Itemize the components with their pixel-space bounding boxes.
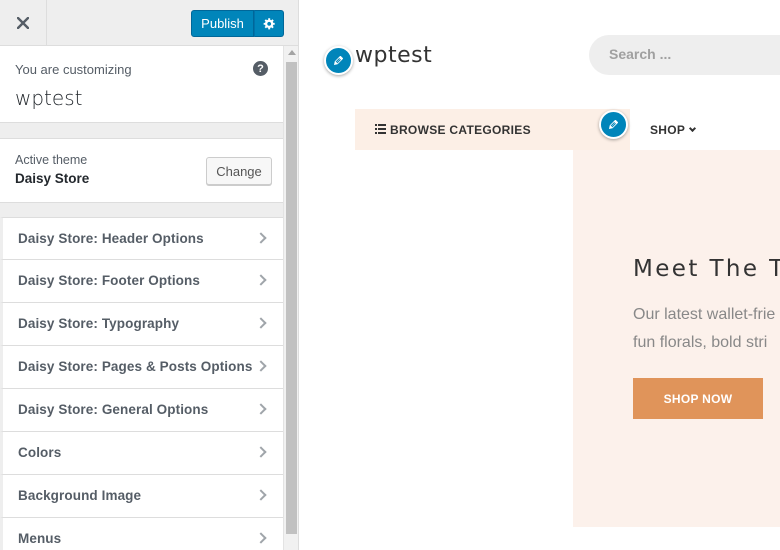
chevron-right-icon xyxy=(255,274,267,286)
close-button[interactable] xyxy=(0,0,47,45)
panel-general-options[interactable]: Daisy Store: General Options xyxy=(0,389,283,432)
chevron-right-icon xyxy=(255,532,267,544)
site-title-preview[interactable]: wptest xyxy=(355,43,432,68)
hero-text-line: fun florals, bold stri xyxy=(633,334,768,351)
chevron-right-icon xyxy=(255,360,267,372)
hero-title: Meet The T xyxy=(633,256,780,282)
panel-label: Colors xyxy=(18,445,62,460)
customizer-sidebar: Publish You are customizing wptest ? Act… xyxy=(0,0,299,550)
panel-colors[interactable]: Colors xyxy=(0,432,283,475)
help-icon[interactable]: ? xyxy=(253,61,268,76)
browse-categories-label: BROWSE CATEGORIES xyxy=(390,123,531,137)
panel-label: Daisy Store: General Options xyxy=(18,402,209,417)
gear-icon xyxy=(263,18,275,30)
change-theme-button[interactable]: Change xyxy=(206,157,272,185)
edit-menu-shortcut[interactable] xyxy=(599,110,628,139)
chevron-right-icon xyxy=(255,232,267,244)
customizer-controls: You are customizing wptest ? Active them… xyxy=(0,46,283,550)
panel-footer-options[interactable]: Daisy Store: Footer Options xyxy=(0,260,283,303)
site-title: wptest xyxy=(15,86,83,110)
list-icon xyxy=(375,124,386,134)
search-placeholder: Search ... xyxy=(609,46,672,62)
sidebar-scrollbar[interactable] xyxy=(283,46,298,550)
publish-settings-button[interactable] xyxy=(254,10,284,37)
panel-menus[interactable]: Menus xyxy=(0,518,283,550)
scrollbar-thumb[interactable] xyxy=(286,62,297,534)
panel-label: Daisy Store: Pages & Posts Options xyxy=(18,359,253,374)
chevron-right-icon xyxy=(255,446,267,458)
scroll-up-arrow-icon[interactable] xyxy=(288,50,296,55)
panel-pages-posts-options[interactable]: Daisy Store: Pages & Posts Options xyxy=(0,346,283,389)
publish-button[interactable]: Publish xyxy=(191,10,254,37)
shop-menu-item[interactable]: SHOP xyxy=(650,123,685,137)
panel-typography[interactable]: Daisy Store: Typography xyxy=(0,303,283,346)
customizing-label: You are customizing xyxy=(15,62,132,77)
chevron-down-icon xyxy=(688,124,697,133)
panel-label: Daisy Store: Header Options xyxy=(18,231,204,246)
chevron-right-icon xyxy=(255,317,267,329)
pencil-icon xyxy=(333,55,344,66)
hero-text-line: Our latest wallet-frie xyxy=(633,306,776,323)
panel-label: Daisy Store: Footer Options xyxy=(18,273,200,288)
customizing-info: You are customizing wptest ? xyxy=(0,46,283,123)
panel-label: Menus xyxy=(18,531,62,546)
close-icon xyxy=(17,16,29,29)
chevron-right-icon xyxy=(255,489,267,501)
shop-now-button[interactable]: SHOP NOW xyxy=(633,378,763,419)
panel-header-options[interactable]: Daisy Store: Header Options xyxy=(0,217,283,260)
active-theme-name: Daisy Store xyxy=(15,171,90,186)
active-theme-label: Active theme xyxy=(15,153,88,167)
panel-label: Background Image xyxy=(18,488,142,503)
active-theme-section: Active theme Daisy Store Change xyxy=(0,138,283,203)
panel-list: Daisy Store: Header Options Daisy Store:… xyxy=(0,217,283,550)
site-preview: wptest Search ... BROWSE CATEGORIES SHOP… xyxy=(300,0,780,550)
search-input[interactable]: Search ... xyxy=(589,35,780,75)
edit-site-title-shortcut[interactable] xyxy=(324,46,353,75)
browse-categories-bar[interactable]: BROWSE CATEGORIES xyxy=(355,109,630,150)
hero-banner: Meet The T Our latest wallet-frie fun fl… xyxy=(573,150,780,527)
customizer-header: Publish xyxy=(0,0,298,46)
panel-background-image[interactable]: Background Image xyxy=(0,475,283,518)
chevron-right-icon xyxy=(255,403,267,415)
pencil-icon xyxy=(608,119,619,130)
panel-label: Daisy Store: Typography xyxy=(18,316,180,331)
